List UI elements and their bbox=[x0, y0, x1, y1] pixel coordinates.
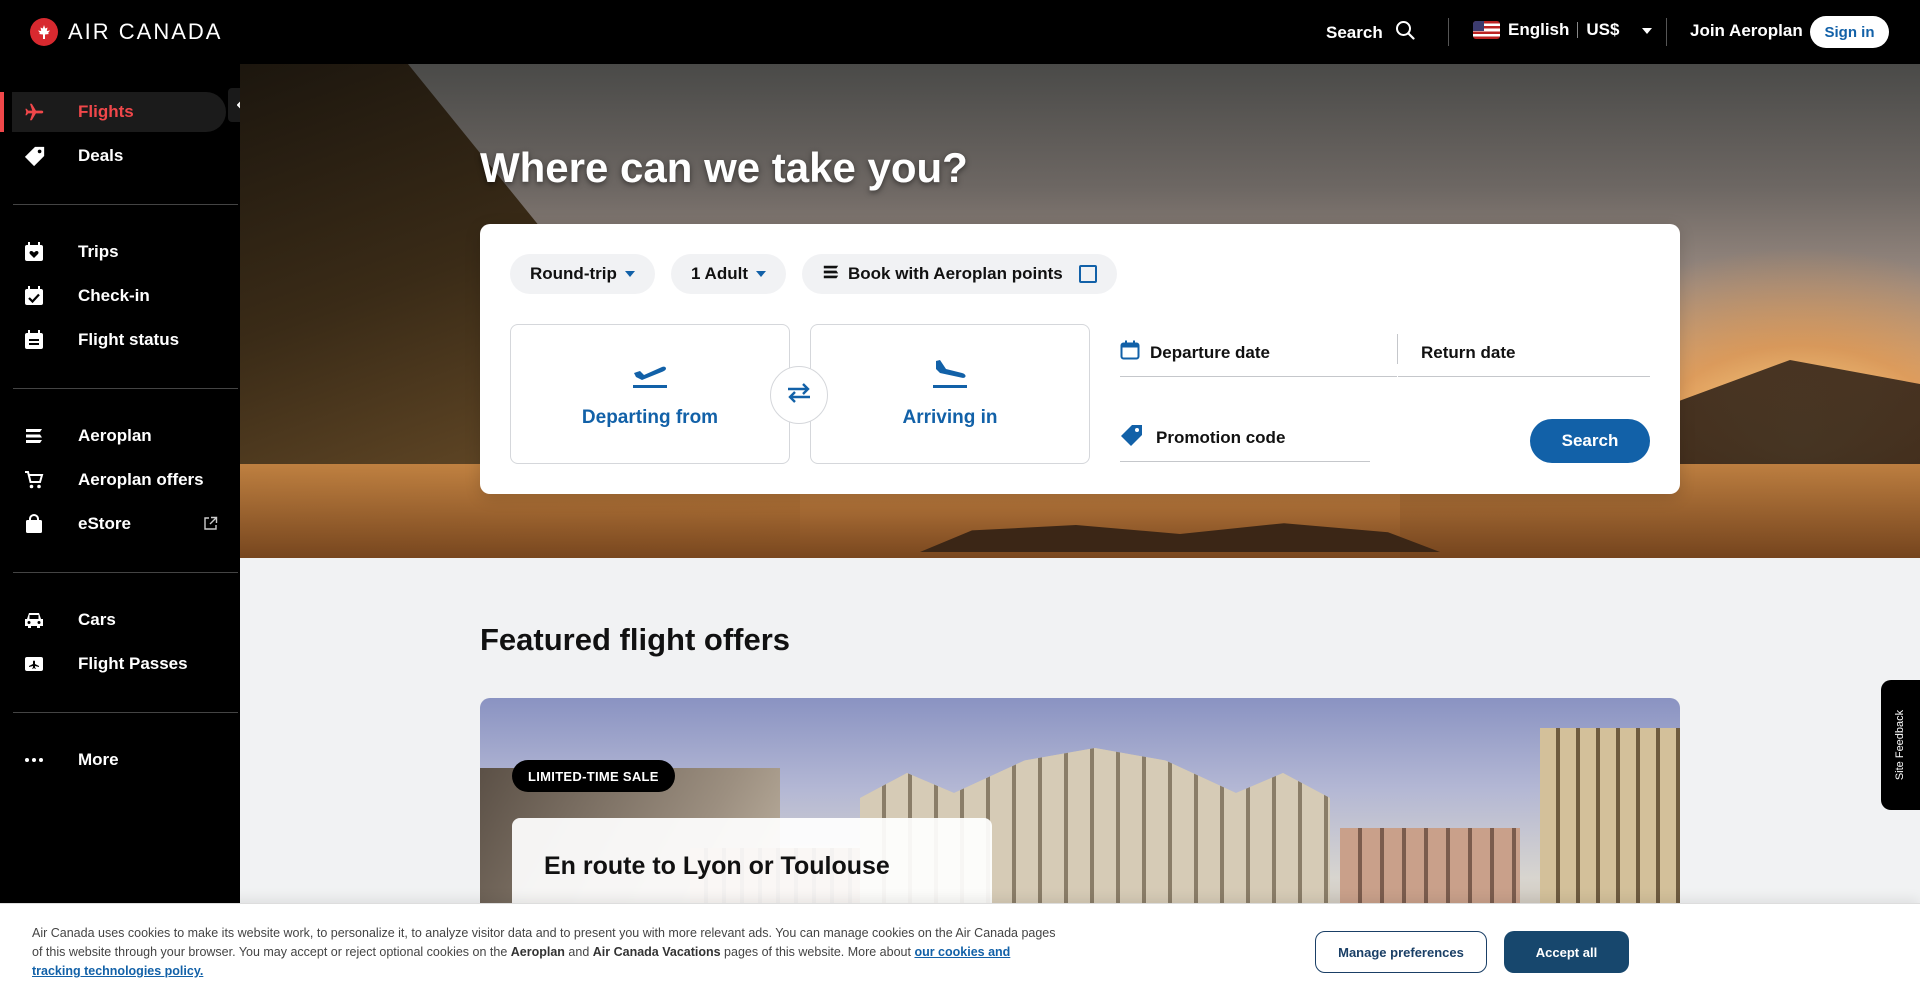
aeroplan-points-checkbox[interactable] bbox=[1078, 265, 1097, 283]
cookie-message: Air Canada uses cookies to make its webs… bbox=[32, 924, 1062, 981]
arriving-in-label: Arriving in bbox=[902, 407, 998, 428]
sidebar-item-trips[interactable]: Trips bbox=[12, 232, 226, 272]
passengers-dropdown[interactable]: 1 Adult bbox=[671, 254, 786, 294]
language-separator bbox=[1577, 22, 1579, 38]
sidebar-item-label: Flight Passes bbox=[78, 654, 188, 673]
top-header: AIR CANADA Search English US$ Join Aerop… bbox=[0, 0, 1920, 64]
currency-label: US$ bbox=[1586, 20, 1620, 39]
sidebar-item-estore[interactable]: eStore bbox=[12, 504, 226, 544]
brand-name: AIR CANADA bbox=[68, 19, 223, 44]
sidebar-divider bbox=[13, 712, 238, 713]
maple-leaf-icon bbox=[30, 18, 58, 46]
site-feedback-tab[interactable]: Site Feedback bbox=[1881, 680, 1920, 810]
bag-icon bbox=[12, 514, 78, 534]
flight-booking-widget: Round-trip 1 Adult Book with Aeroplan po… bbox=[480, 224, 1680, 494]
sidebar-nav: Flights Deals Trips Check-in Flight stat… bbox=[0, 64, 240, 993]
sidebar-item-label: Cars bbox=[78, 610, 116, 629]
header-divider bbox=[1666, 18, 1667, 46]
departure-date-field[interactable]: Departure date bbox=[1120, 329, 1397, 377]
cookie-consent-banner: Air Canada uses cookies to make its webs… bbox=[0, 903, 1920, 993]
join-aeroplan-link[interactable]: Join Aeroplan bbox=[1690, 21, 1803, 41]
landing-icon bbox=[932, 359, 968, 395]
swap-locations-button[interactable] bbox=[770, 366, 828, 424]
swap-arrows-icon bbox=[786, 382, 812, 409]
more-dots-icon bbox=[12, 757, 78, 763]
trip-type-dropdown[interactable]: Round-trip bbox=[510, 254, 655, 294]
sidebar-item-label: Deals bbox=[78, 146, 124, 165]
air-canada-logo[interactable]: AIR CANADA bbox=[30, 18, 222, 46]
sidebar-divider bbox=[13, 572, 238, 573]
cart-icon bbox=[12, 470, 78, 490]
header-search-button[interactable]: Search bbox=[1326, 20, 1415, 45]
cookie-text-part: pages of this website. More about bbox=[720, 945, 915, 959]
calendar-check-icon bbox=[12, 286, 78, 306]
promo-tag-icon bbox=[1120, 423, 1144, 452]
site-feedback-label: Site Feedback bbox=[1894, 709, 1907, 781]
departure-date-label: Departure date bbox=[1150, 342, 1270, 362]
cookie-bold-vacations: Air Canada Vacations bbox=[592, 945, 721, 959]
return-date-field[interactable]: Return date bbox=[1398, 329, 1650, 377]
active-indicator bbox=[0, 92, 4, 132]
sidebar-item-more[interactable]: More bbox=[12, 740, 226, 780]
chevron-down-icon bbox=[1641, 20, 1653, 40]
header-search-label: Search bbox=[1326, 22, 1383, 42]
offer-title: En route to Lyon or Toulouse bbox=[544, 852, 890, 880]
manage-preferences-button[interactable]: Manage preferences bbox=[1315, 931, 1487, 973]
caret-down-icon bbox=[624, 271, 635, 277]
sidebar-item-label: eStore bbox=[78, 514, 131, 533]
language-label: English bbox=[1508, 20, 1570, 39]
cookie-bold-aeroplan: Aeroplan bbox=[510, 945, 565, 959]
sidebar-item-flight-passes[interactable]: Flight Passes bbox=[12, 644, 226, 684]
sidebar-item-label: Aeroplan offers bbox=[78, 470, 204, 489]
sidebar-item-aeroplan[interactable]: Aeroplan bbox=[12, 416, 226, 456]
sidebar-item-aeroplan-offers[interactable]: Aeroplan offers bbox=[12, 460, 226, 500]
sidebar-item-deals[interactable]: Deals bbox=[12, 136, 226, 176]
ticket-icon bbox=[12, 655, 78, 673]
status-list-icon bbox=[12, 330, 78, 350]
departing-from-field[interactable]: Departing from bbox=[510, 324, 790, 464]
tag-icon bbox=[12, 145, 78, 167]
takeoff-icon bbox=[632, 359, 668, 395]
cookie-text-part: and bbox=[564, 945, 593, 959]
sidebar-item-label: Check-in bbox=[78, 286, 150, 305]
sidebar-item-flight-status[interactable]: Flight status bbox=[12, 320, 226, 360]
sidebar-item-label: Aeroplan bbox=[78, 426, 152, 445]
us-flag-icon bbox=[1473, 21, 1500, 39]
plane-icon bbox=[12, 101, 78, 123]
search-icon bbox=[1395, 20, 1415, 45]
flight-search-button[interactable]: Search bbox=[1530, 419, 1650, 463]
promotion-code-field[interactable]: Promotion code bbox=[1120, 414, 1370, 462]
aeroplan-icon bbox=[822, 263, 840, 286]
external-link-icon bbox=[203, 516, 218, 536]
aeroplan-points-toggle[interactable]: Book with Aeroplan points bbox=[802, 254, 1117, 294]
sidebar-item-check-in[interactable]: Check-in bbox=[12, 276, 226, 316]
sidebar-item-label: Flights bbox=[78, 102, 134, 121]
trip-type-label: Round-trip bbox=[530, 264, 617, 283]
sidebar-divider bbox=[13, 204, 238, 205]
departing-from-label: Departing from bbox=[581, 407, 719, 428]
sidebar-item-label: More bbox=[78, 750, 119, 769]
sidebar-item-flights[interactable]: Flights bbox=[12, 92, 226, 132]
sidebar-divider bbox=[13, 388, 238, 389]
accept-all-button[interactable]: Accept all bbox=[1504, 931, 1629, 973]
return-date-label: Return date bbox=[1421, 342, 1516, 362]
caret-down-icon bbox=[755, 271, 766, 277]
calendar-heart-icon bbox=[12, 242, 78, 262]
passengers-label: 1 Adult bbox=[691, 264, 748, 283]
language-currency-selector[interactable]: English US$ bbox=[1473, 20, 1653, 40]
car-icon bbox=[12, 610, 78, 630]
sidebar-item-label: Flight status bbox=[78, 330, 180, 349]
calendar-icon bbox=[1120, 340, 1140, 365]
aeroplan-icon bbox=[12, 426, 78, 446]
hero-title: Where can we take you? bbox=[480, 144, 968, 191]
sign-in-button[interactable]: Sign in bbox=[1810, 16, 1889, 48]
sidebar-item-label: Trips bbox=[78, 242, 119, 261]
sidebar-item-cars[interactable]: Cars bbox=[12, 600, 226, 640]
header-divider bbox=[1448, 18, 1449, 46]
featured-offers-heading: Featured flight offers bbox=[480, 622, 791, 657]
limited-time-sale-badge: LIMITED-TIME SALE bbox=[512, 760, 675, 792]
aeroplan-points-label: Book with Aeroplan points bbox=[848, 264, 1063, 283]
promotion-code-label: Promotion code bbox=[1156, 427, 1286, 447]
arriving-in-field[interactable]: Arriving in bbox=[810, 324, 1090, 464]
